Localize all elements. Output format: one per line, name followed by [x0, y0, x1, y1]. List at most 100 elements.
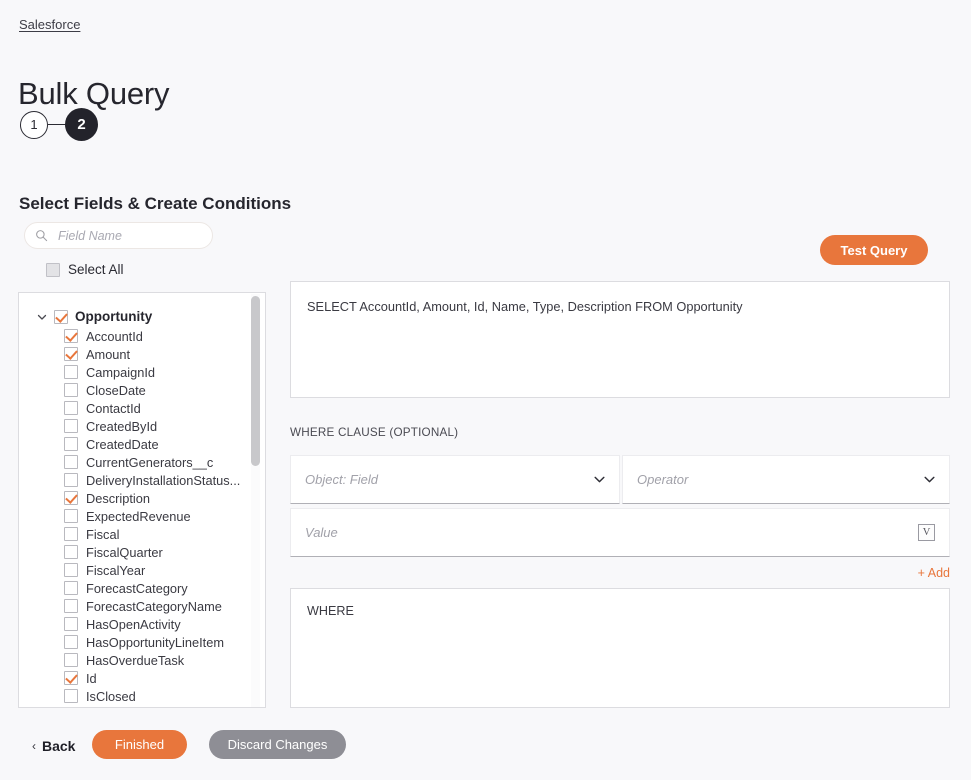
tree-field-checkbox[interactable]: [64, 581, 78, 595]
stepper-step-1[interactable]: 1: [20, 110, 48, 139]
search-input[interactable]: [56, 227, 202, 244]
stepper-step-2[interactable]: 2: [65, 108, 98, 141]
stepper: 1 2: [20, 108, 98, 141]
search-icon: [36, 230, 48, 242]
tree-field-checkbox[interactable]: [64, 599, 78, 613]
tree-field-row[interactable]: FiscalYear: [19, 561, 265, 579]
back-button-label: Back: [42, 738, 76, 754]
tree-field-checkbox[interactable]: [64, 383, 78, 397]
tree-field-checkbox[interactable]: [64, 455, 78, 469]
tree-field-row[interactable]: ForecastCategoryName: [19, 597, 265, 615]
query-preview-text: SELECT AccountId, Amount, Id, Name, Type…: [307, 299, 743, 314]
where-operator-select[interactable]: Operator: [622, 455, 950, 504]
tree-node-opportunity[interactable]: Opportunity: [19, 306, 265, 327]
tree-field-label: FiscalYear: [86, 562, 146, 578]
tree-field-label: Description: [86, 490, 151, 506]
tree-field-checkbox[interactable]: [64, 635, 78, 649]
tree-field-checkbox[interactable]: [64, 527, 78, 541]
tree-field-checkbox[interactable]: [64, 347, 78, 361]
tree-field-row[interactable]: HasOpportunityLineItem: [19, 633, 265, 651]
tree-field-checkbox[interactable]: [64, 329, 78, 343]
tree-field-checkbox[interactable]: [64, 365, 78, 379]
tree-field-label: HasOverdueTask: [86, 652, 185, 668]
tree-field-row[interactable]: ForecastCategory: [19, 579, 265, 597]
stepper-connector: [48, 123, 66, 126]
tree-field-row[interactable]: HasOverdueTask: [19, 651, 265, 669]
tree-field-checkbox[interactable]: [64, 617, 78, 631]
tree-field-label: DeliveryInstallationStatus...: [86, 472, 241, 488]
tree-field-label: HasOpportunityLineItem: [86, 634, 224, 650]
field-tree-scrollbar-thumb[interactable]: [251, 296, 260, 466]
section-title: Select Fields & Create Conditions: [19, 194, 292, 214]
tree-field-label: CampaignId: [86, 364, 156, 380]
where-preview-box[interactable]: WHERE: [290, 588, 950, 708]
tree-field-label: AccountId: [86, 328, 143, 344]
add-condition-link[interactable]: + Add: [918, 566, 950, 580]
tree-field-row[interactable]: CreatedById: [19, 417, 265, 435]
tree-field-checkbox[interactable]: [64, 491, 78, 505]
tree-field-checkbox[interactable]: [64, 545, 78, 559]
finished-button[interactable]: Finished: [92, 730, 187, 759]
tree-field-label: CreatedById: [86, 418, 158, 434]
test-query-button[interactable]: Test Query: [820, 235, 928, 265]
footer-actions: ‹ Back Finished Discard Changes: [0, 730, 971, 780]
tree-field-label: ForecastCategoryName: [86, 598, 222, 614]
chevron-down-icon[interactable]: [594, 476, 605, 483]
tree-field-row[interactable]: Amount: [19, 345, 265, 363]
tree-field-checkbox[interactable]: [64, 509, 78, 523]
where-operator-placeholder: Operator: [637, 472, 689, 487]
breadcrumb-salesforce[interactable]: Salesforce: [19, 17, 80, 32]
where-value-input-wrapper[interactable]: Value V: [290, 508, 950, 557]
tree-field-checkbox[interactable]: [64, 689, 78, 703]
variable-icon[interactable]: V: [918, 524, 935, 541]
tree-field-row[interactable]: CampaignId: [19, 363, 265, 381]
tree-field-checkbox[interactable]: [64, 671, 78, 685]
field-search-wrapper[interactable]: [24, 222, 213, 249]
chevron-down-icon[interactable]: [37, 312, 47, 322]
tree-field-checkbox[interactable]: [64, 653, 78, 667]
tree-field-label: ForecastCategory: [86, 580, 188, 596]
tree-field-checkbox[interactable]: [64, 419, 78, 433]
tree-field-label: CreatedDate: [86, 436, 159, 452]
tree-field-label: CurrentGenerators__c: [86, 454, 214, 470]
select-all-checkbox[interactable]: [46, 262, 60, 277]
tree-field-label: ContactId: [86, 400, 141, 416]
tree-field-row[interactable]: ExpectedRevenue: [19, 507, 265, 525]
tree-field-checkbox[interactable]: [64, 401, 78, 415]
tree-field-label: ExpectedRevenue: [86, 508, 191, 524]
tree-field-row[interactable]: CurrentGenerators__c: [19, 453, 265, 471]
tree-field-row[interactable]: IsClosed: [19, 687, 265, 705]
tree-field-label: IsClosed: [86, 688, 136, 704]
tree-field-row[interactable]: Id: [19, 669, 265, 687]
field-tree-panel[interactable]: Opportunity AccountId Amount CampaignId Clo…: [18, 292, 266, 708]
tree-field-row[interactable]: AccountId: [19, 327, 265, 345]
where-clause-label: WHERE CLAUSE (OPTIONAL): [290, 426, 459, 439]
tree-field-label: HasOpenActivity: [86, 616, 181, 632]
tree-field-row[interactable]: FiscalQuarter: [19, 543, 265, 561]
tree-field-row[interactable]: HasOpenActivity: [19, 615, 265, 633]
chevron-left-icon: ‹: [32, 739, 36, 753]
chevron-down-icon[interactable]: [924, 476, 935, 483]
bulk-query-page: Salesforce Bulk Query 1 2 Select Fields …: [0, 0, 971, 780]
tree-field-row[interactable]: DeliveryInstallationStatus...: [19, 471, 265, 489]
tree-field-row[interactable]: Description: [19, 489, 265, 507]
select-all-row[interactable]: Select All: [46, 262, 124, 277]
tree-field-row[interactable]: Fiscal: [19, 525, 265, 543]
tree-field-label: CloseDate: [86, 382, 146, 398]
query-preview-box[interactable]: SELECT AccountId, Amount, Id, Name, Type…: [290, 281, 950, 398]
tree-field-checkbox[interactable]: [64, 563, 78, 577]
field-tree-scroll: Opportunity AccountId Amount CampaignId Clo…: [19, 293, 265, 707]
back-button[interactable]: ‹ Back: [26, 737, 81, 755]
tree-field-row[interactable]: CreatedDate: [19, 435, 265, 453]
tree-field-checkbox[interactable]: [64, 437, 78, 451]
where-preview-text: WHERE: [307, 604, 354, 618]
tree-field-label: Fiscal: [86, 526, 120, 542]
tree-field-checkbox[interactable]: [64, 473, 78, 487]
select-all-label: Select All: [68, 262, 124, 277]
tree-field-label: Id: [86, 670, 97, 686]
tree-field-row[interactable]: ContactId: [19, 399, 265, 417]
tree-node-checkbox-opportunity[interactable]: [54, 309, 68, 324]
tree-field-row[interactable]: CloseDate: [19, 381, 265, 399]
where-object-field-select[interactable]: Object: Field: [290, 455, 620, 504]
discard-changes-button[interactable]: Discard Changes: [209, 730, 346, 759]
